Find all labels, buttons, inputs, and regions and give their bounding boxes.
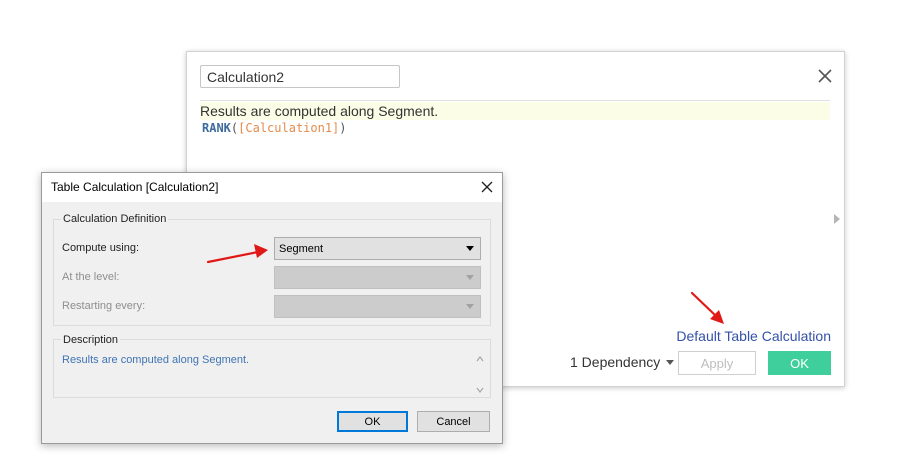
compute-using-label: Compute using:	[62, 242, 140, 254]
chevron-down-icon	[466, 304, 474, 309]
restarting-every-select[interactable]	[274, 295, 481, 318]
dialog-title: Table Calculation [Calculation2]	[51, 180, 219, 194]
dependency-label: 1 Dependency	[570, 354, 661, 370]
caret-down-icon	[666, 359, 675, 365]
formula-close-paren: )	[339, 121, 347, 135]
at-the-level-label: At the level:	[62, 271, 120, 283]
scroll-down-icon[interactable]	[476, 386, 484, 394]
calculation-definition-title: Calculation Definition	[61, 213, 169, 225]
restarting-every-label: Restarting every:	[62, 300, 146, 312]
calculation-name-input[interactable]	[200, 65, 400, 88]
apply-button[interactable]: Apply	[678, 351, 756, 375]
chevron-down-icon	[466, 246, 474, 251]
compute-using-value: Segment	[279, 243, 324, 255]
description-group	[53, 339, 491, 398]
formula-editor[interactable]: RANK([Calculation1])	[202, 121, 347, 135]
calc-ok-button[interactable]: OK	[768, 351, 831, 375]
expand-arrow-icon[interactable]	[834, 214, 840, 224]
formula-function: RANK	[202, 121, 231, 135]
description-text: Results are computed along Segment.	[62, 354, 250, 366]
divider	[200, 100, 830, 101]
description-title: Description	[61, 334, 121, 346]
dialog-cancel-button[interactable]: Cancel	[417, 411, 490, 432]
scroll-up-icon[interactable]	[476, 355, 484, 363]
dependency-dropdown[interactable]: 1 Dependency	[570, 354, 675, 370]
chevron-down-icon	[466, 275, 474, 280]
close-icon[interactable]	[480, 180, 494, 194]
calculation-status-text: Results are computed along Segment.	[200, 102, 830, 120]
dialog-ok-button[interactable]: OK	[337, 411, 408, 432]
at-the-level-select[interactable]	[274, 266, 481, 289]
table-calculation-dialog: Table Calculation [Calculation2] Calcula…	[41, 172, 503, 444]
dialog-titlebar: Table Calculation [Calculation2]	[42, 173, 502, 202]
default-table-calculation-link[interactable]: Default Table Calculation	[676, 328, 831, 344]
compute-using-select[interactable]: Segment	[274, 237, 481, 260]
close-icon[interactable]	[816, 67, 834, 85]
formula-field: [Calculation1]	[238, 121, 340, 135]
